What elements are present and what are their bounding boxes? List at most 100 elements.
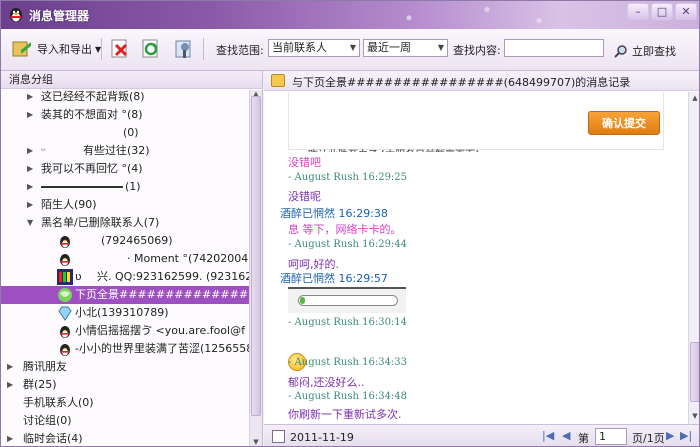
page-suffix: 页/1页 xyxy=(632,432,665,445)
scope-select[interactable]: 当前联系人 ▼ xyxy=(268,39,360,57)
chevron-down-icon: ▼ xyxy=(437,43,444,52)
contact-item[interactable]: 小北(139310789) xyxy=(1,304,249,322)
expand-arrow-icon: ▶ xyxy=(27,92,34,101)
close-button[interactable]: ✕ xyxy=(675,3,697,20)
tree-group[interactable]: ▶ ᵕ 有些过往(32) xyxy=(1,142,249,160)
maximize-button[interactable]: □ xyxy=(651,3,673,20)
tree-group[interactable]: ▶ 这已经经不起背叛(8) xyxy=(1,90,249,106)
delete-icon[interactable] xyxy=(109,38,131,60)
message-record-header: 与下页全景#################(648499707)的消息记录 xyxy=(264,71,699,91)
message-header: 酒醉已惘然 16:29:57 xyxy=(280,272,388,285)
refresh-icon[interactable] xyxy=(140,38,162,60)
message-body: 郁闷,还没好么.. xyxy=(288,376,365,389)
file-transfer-progress xyxy=(288,287,406,313)
page-number-input[interactable]: 1 xyxy=(595,428,627,445)
group-tree-header: 消息分组 xyxy=(1,71,262,89)
group-tree: ▶ 这已经经不起背叛(8) ▶ 装其的不想面对 °(8) (0) ▶ ᵕ 有些过… xyxy=(1,90,249,446)
tree-decor-glyph: ᵕ xyxy=(41,144,46,157)
message-list: 确认提交 昨认此胜至白子 [本服务目前暂离页面] 没错吧 - August Ru… xyxy=(264,92,688,424)
progress-bar xyxy=(298,295,398,306)
prev-page-icon[interactable]: ◀ xyxy=(562,429,570,442)
search-content-label: 查找内容: xyxy=(453,44,501,57)
last-page-icon[interactable]: ▶| xyxy=(680,429,692,442)
message-header: - August Rush 16:29:44 xyxy=(288,239,408,250)
collapse-arrow-icon: ▼ xyxy=(27,218,34,227)
group-tree-pane: 消息分组 ▶ 这已经经不起背叛(8) ▶ 装其的不想面对 °(8) (0) ▶ … xyxy=(1,71,263,446)
contact-item[interactable]: (792465069) xyxy=(1,232,249,250)
contact-item[interactable]: · Moment °(742020042) xyxy=(1,250,249,268)
message-header: - August Rush 16:30:14 xyxy=(288,317,408,328)
message-body: 没错呢 xyxy=(288,190,321,203)
search-scope-label: 查找范围: xyxy=(216,44,264,57)
contact-decor-glyph: ʋ xyxy=(75,270,82,283)
message-body: 息 等下，网络卡卡的。 xyxy=(288,223,402,236)
message-header: - August Rush 16:34:33 xyxy=(288,357,408,368)
penguin-avatar-icon xyxy=(60,344,70,356)
search-input[interactable] xyxy=(504,39,604,57)
message-record-icon xyxy=(271,74,285,87)
expand-arrow-icon: ▶ xyxy=(27,146,34,155)
tree-group[interactable]: ▶ 我可以不再回忆 °(4) xyxy=(1,160,249,178)
import-export-label: 导入和导出 xyxy=(37,43,92,56)
scope-select-value: 当前联系人 xyxy=(272,41,327,54)
gem-avatar-icon xyxy=(58,306,72,321)
record-date: 2011-11-19 xyxy=(290,431,354,444)
tree-group[interactable]: ▶ 临时会话(4) xyxy=(1,430,249,446)
message-body: 你刷新一下重新试多次. xyxy=(288,408,402,421)
minimize-button[interactable]: – xyxy=(627,3,649,20)
contact-item[interactable]: 小情侣摇摇摆ゔ <you.are.fool@f xyxy=(1,322,249,340)
import-export-button[interactable]: 导入和导出 ▼ xyxy=(11,37,101,61)
qq-penguin-icon xyxy=(10,8,22,22)
penguin-avatar-icon xyxy=(60,236,70,248)
tree-group[interactable]: ▶ 腾讯朋友 xyxy=(1,358,249,376)
tree-group[interactable]: (0) xyxy=(1,124,249,142)
message-record-pane: 与下页全景#################(648499707)的消息记录 确… xyxy=(264,71,699,446)
window-title: 消息管理器 xyxy=(29,9,90,23)
chevron-down-icon: ▼ xyxy=(349,43,356,52)
expand-arrow-icon: ▶ xyxy=(27,164,34,173)
tree-group[interactable]: ▶ (1) xyxy=(1,178,249,196)
search-now-label: 立即查找 xyxy=(632,45,676,58)
confirm-submit-button[interactable]: 确认提交 xyxy=(588,111,660,135)
scroll-down-icon[interactable]: ▼ xyxy=(689,412,699,422)
message-scrollbar[interactable]: ▲ ▼ xyxy=(688,92,699,424)
first-page-icon[interactable]: |◀ xyxy=(542,429,554,442)
message-record-title: 与下页全景#################(648499707)的消息记录 xyxy=(292,76,631,89)
scrollbar-thumb[interactable] xyxy=(690,342,699,402)
title-bar: 消息管理器 – □ ✕ xyxy=(1,1,699,29)
tree-group[interactable]: ▶ 装其的不想面对 °(8) xyxy=(1,106,249,124)
expand-arrow-icon: ▶ xyxy=(7,362,14,371)
time-range-select[interactable]: 最近一周 ▼ xyxy=(363,39,448,57)
title-bar-decoration xyxy=(331,1,591,29)
toolbar-divider xyxy=(203,38,204,60)
tree-group-blacklist[interactable]: ▼ 黑名单/已删除联系人(7) xyxy=(1,214,249,232)
import-export-icon xyxy=(12,41,31,57)
tree-group[interactable]: 讨论组(0) xyxy=(1,412,249,430)
calendar-icon[interactable] xyxy=(272,430,285,443)
scroll-down-icon[interactable]: ▼ xyxy=(250,438,262,446)
next-page-icon[interactable]: ▶ xyxy=(666,429,674,442)
scrollbar-thumb[interactable] xyxy=(251,96,261,416)
penguin-avatar-icon xyxy=(60,326,70,338)
scroll-up-icon[interactable]: ▲ xyxy=(689,94,699,104)
pixel-avatar-icon xyxy=(57,269,73,285)
contact-item[interactable]: ʋ 兴. QQ:923162599. (923162599) xyxy=(1,268,249,286)
search-icon xyxy=(614,45,627,58)
tree-group[interactable]: 手机联系人(0) xyxy=(1,394,249,412)
tree-scrollbar[interactable]: ▲ ▼ xyxy=(249,90,262,446)
message-body: 没错吧 xyxy=(288,156,321,169)
tree-line-decoration xyxy=(41,186,123,188)
search-now-button[interactable]: 立即查找 xyxy=(614,39,676,63)
page-prefix: 第 xyxy=(578,432,589,445)
contact-item-selected[interactable]: 下页全景#################(648 xyxy=(1,286,249,304)
expand-arrow-icon: ▶ xyxy=(27,182,34,191)
tools-icon[interactable] xyxy=(173,38,195,60)
contact-item[interactable]: -小小的世界里装满了苦涩(1256558143 xyxy=(1,340,249,358)
message-header: - August Rush 16:29:25 xyxy=(288,172,408,183)
expand-arrow-icon: ▶ xyxy=(7,434,14,443)
tree-group[interactable]: ▶ 群(25) xyxy=(1,376,249,394)
expand-arrow-icon: ▶ xyxy=(27,110,34,119)
expand-arrow-icon: ▶ xyxy=(27,200,34,209)
tree-group[interactable]: ▶ 陌生人(90) xyxy=(1,196,249,214)
expand-arrow-icon: ▶ xyxy=(7,380,14,389)
